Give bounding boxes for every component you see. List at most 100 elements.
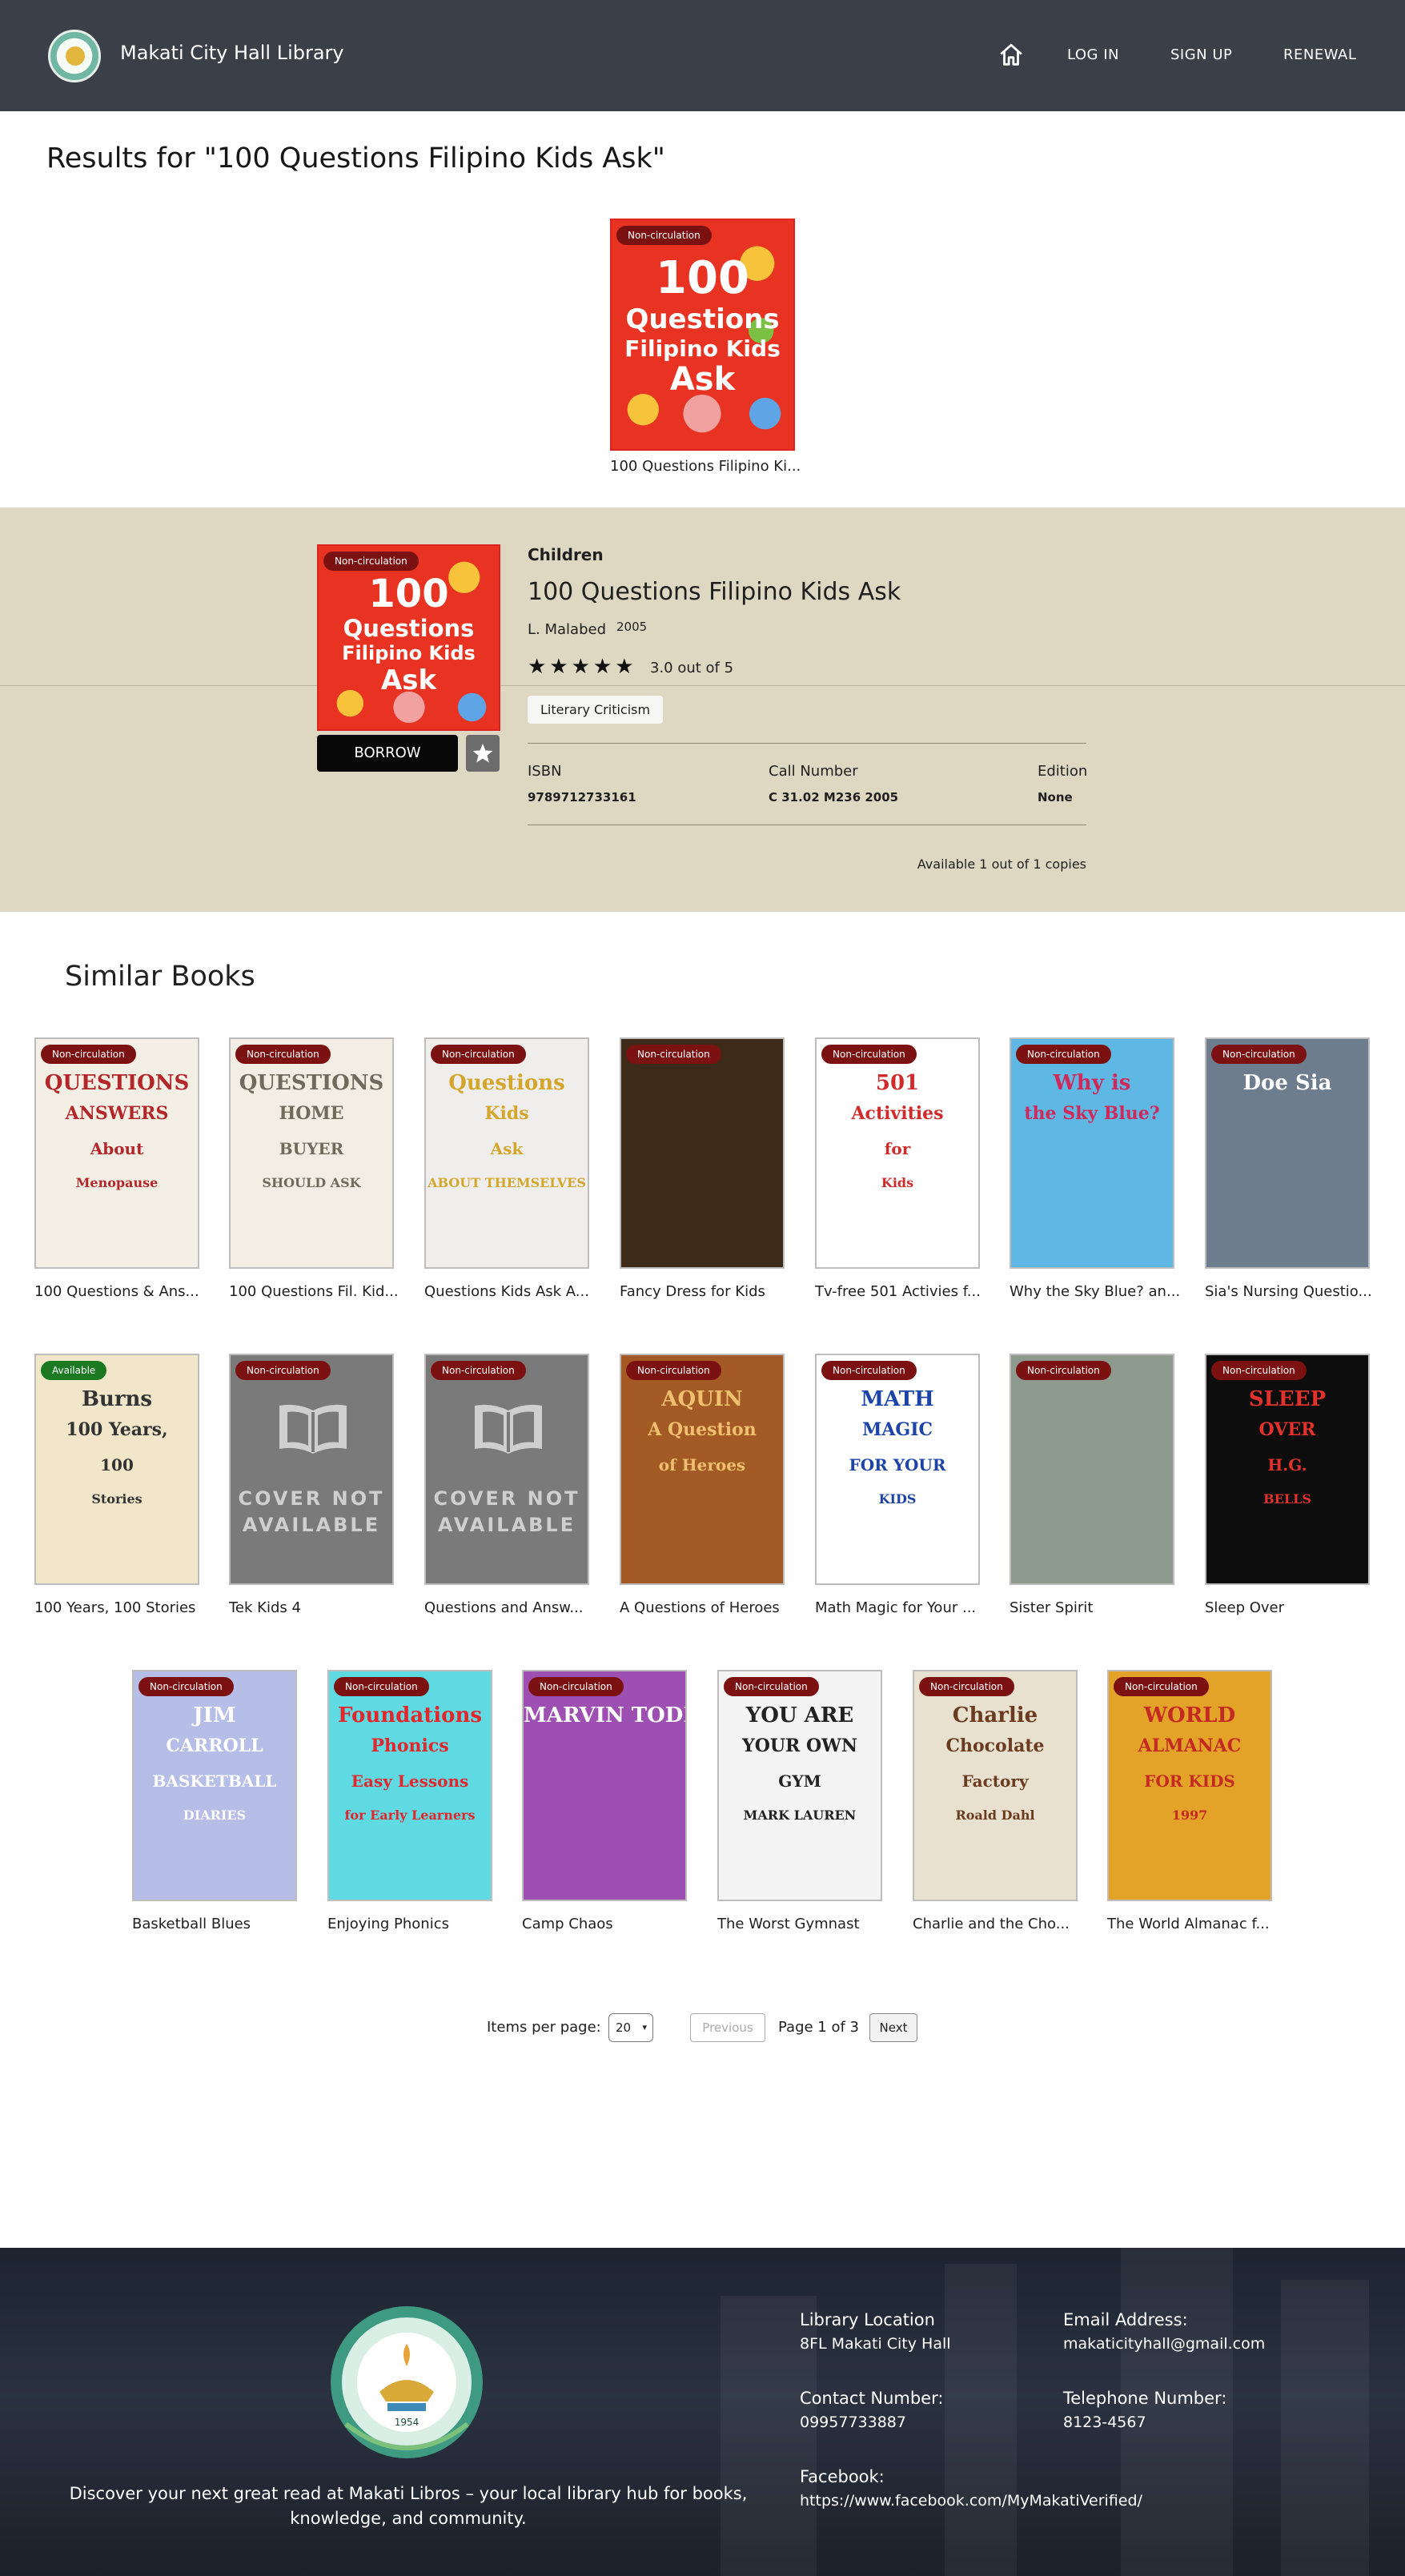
availability-badge: Available: [41, 1361, 107, 1380]
book-caption[interactable]: Math Magic for Your ...: [815, 1599, 995, 1616]
book-caption[interactable]: Sister Spirit: [1010, 1599, 1190, 1616]
circulation-badge: Non-circulation: [626, 1361, 721, 1380]
rating-stars: ★★★★★: [528, 655, 637, 679]
top-result-caption[interactable]: 100 Questions Filipino Ki...: [610, 458, 802, 475]
cover-text: JIM: [193, 1703, 236, 1727]
cover-text: Questions: [448, 1071, 565, 1095]
cover-text: AQUIN: [661, 1387, 743, 1411]
book-cover[interactable]: MATH MAGIC FOR YOUR KIDS Non-circulation: [815, 1354, 980, 1585]
borrow-button[interactable]: BORROW: [317, 735, 458, 772]
cover-text: FOR YOUR: [849, 1455, 946, 1475]
book-cover[interactable]: Why is the Sky Blue? Non-circulation: [1010, 1037, 1174, 1269]
isbn-label: ISBN: [528, 763, 562, 780]
top-navigation-bar: Makati City Hall Library LOG IN SIGN UP …: [0, 0, 1405, 111]
cover-text: COVER NOT: [433, 1487, 580, 1510]
book-caption[interactable]: The World Almanac f...: [1107, 1916, 1287, 1932]
book-caption[interactable]: 100 Questions & Ans...: [34, 1283, 215, 1300]
book-cover[interactable]: Doe Sia Non-circulation: [1205, 1037, 1370, 1269]
book-caption[interactable]: The Worst Gymnast: [717, 1916, 897, 1932]
availability-text: Available 1 out of 1 copies: [917, 857, 1086, 872]
cover-text: FOR KIDS: [1144, 1772, 1235, 1791]
book-caption[interactable]: Questions and Answ...: [424, 1599, 604, 1616]
circulation-badge: Non-circulation: [724, 1677, 819, 1696]
book-cover[interactable]: QUESTIONS HOME BUYER SHOULD ASK Non-circulat…: [229, 1037, 394, 1269]
previous-page-button[interactable]: Previous: [690, 2013, 765, 2042]
book-caption[interactable]: Charlie and the Cho...: [913, 1916, 1093, 1932]
cover-title-line: Questions: [343, 615, 475, 642]
genre-tag[interactable]: Literary Criticism: [528, 696, 664, 724]
book-caption[interactable]: Basketball Blues: [132, 1916, 312, 1932]
library-logo[interactable]: [48, 30, 101, 82]
book-cover[interactable]: WORLD ALMANAC FOR KIDS 1997 Non-circulation: [1107, 1670, 1272, 1901]
cover-text: Easy Lessons: [351, 1772, 469, 1791]
site-title[interactable]: Makati City Hall Library: [120, 42, 344, 64]
book-caption[interactable]: Sleep Over: [1205, 1599, 1385, 1616]
book-cover[interactable]: Non-circulation: [620, 1037, 785, 1269]
cover-title-line: Ask: [380, 664, 437, 696]
book-caption[interactable]: Questions Kids Ask A...: [424, 1283, 604, 1300]
cover-text: Chocolate: [945, 1735, 1045, 1756]
cover-text: Phonics: [371, 1735, 449, 1756]
cover-text: SHOULD ASK: [262, 1175, 361, 1190]
cover-text: ABOUT THEMSELVES: [428, 1175, 586, 1190]
items-per-page-label: Items per page:: [487, 2019, 601, 2036]
top-result-cover[interactable]: 100 Questions Filipino Kids Ask Non-circ…: [610, 219, 795, 451]
book-cover[interactable]: Foundations Phonics Easy Lessons for Early …: [327, 1670, 492, 1901]
book-caption[interactable]: Enjoying Phonics: [327, 1916, 508, 1932]
items-per-page-select[interactable]: 20 ▾: [608, 2013, 653, 2042]
cover-text: BELLS: [1263, 1491, 1311, 1507]
circulation-badge: Non-circulation: [821, 1361, 917, 1380]
book-cover[interactable]: JIM CARROLL BASKETBALL DIARIES Non-circulati…: [132, 1670, 297, 1901]
book-caption[interactable]: Sia's Nursing Questio...: [1205, 1283, 1385, 1300]
next-page-button[interactable]: Next: [869, 2013, 917, 2042]
book-cover[interactable]: Burns 100 Years, 100 Stories Available: [34, 1354, 199, 1585]
cover-text: AVAILABLE: [242, 1514, 381, 1536]
circulation-badge: Non-circulation: [323, 552, 419, 571]
book-cover[interactable]: MARVIN TODD Non-circulation: [522, 1670, 687, 1901]
book-cover[interactable]: QUESTIONS ANSWERS About Menopause Non-circul…: [34, 1037, 199, 1269]
facebook-link[interactable]: https://www.facebook.com/MyMakatiVerifie…: [800, 2492, 1142, 2510]
cover-text: WORLD: [1143, 1703, 1236, 1727]
book-caption[interactable]: A Questions of Heroes: [620, 1599, 800, 1616]
book-cover[interactable]: Charlie Chocolate Factory Roald Dahl Non-cir…: [913, 1670, 1078, 1901]
nav-signup-link[interactable]: SIGN UP: [1170, 46, 1232, 63]
circulation-badge: Non-circulation: [821, 1045, 917, 1064]
book-year: 2005: [616, 620, 648, 634]
cover-text: Burns: [81, 1387, 153, 1411]
cover-text: Kids: [881, 1175, 914, 1190]
book-caption[interactable]: 100 Years, 100 Stories: [34, 1599, 215, 1616]
footer-tagline: Discover your next great read at Makati …: [69, 2484, 748, 2528]
book-caption[interactable]: Camp Chaos: [522, 1916, 702, 1932]
book-caption[interactable]: Tv-free 501 Activies f...: [815, 1283, 995, 1300]
home-icon[interactable]: [998, 42, 1025, 69]
email-value[interactable]: makaticityhall@gmail.com: [1063, 2335, 1265, 2353]
book-cover[interactable]: YOU ARE YOUR OWN GYM MARK LAUREN Non-circula…: [717, 1670, 882, 1901]
book-cover[interactable]: COVER NOT AVAILABLE Non-circulation: [424, 1354, 589, 1585]
circulation-badge: Non-circulation: [235, 1045, 331, 1064]
circulation-badge: Non-circulation: [616, 226, 712, 245]
page-indicator: Page 1 of 3: [778, 2019, 859, 2036]
book-caption[interactable]: 100 Questions Fil. Kid...: [229, 1283, 409, 1300]
book-cover[interactable]: COVER NOT AVAILABLE Non-circulation: [229, 1354, 394, 1585]
favorite-button[interactable]: [466, 735, 500, 772]
book-cover[interactable]: AQUIN A Question of Heroes Non-circulation: [620, 1354, 785, 1585]
nav-renewal-link[interactable]: RENEWAL: [1283, 46, 1356, 63]
nav-login-link[interactable]: LOG IN: [1067, 46, 1119, 63]
book-cover[interactable]: 501 Activities for Kids Non-circulation: [815, 1037, 980, 1269]
book-cover[interactable]: Non-circulation: [1010, 1354, 1174, 1585]
cover-text: GYM: [778, 1772, 821, 1791]
book-cover[interactable]: SLEEP OVER H.G. BELLS Non-circulation: [1205, 1354, 1370, 1585]
circulation-badge: Non-circulation: [626, 1045, 721, 1064]
star-icon: [472, 744, 493, 763]
book-cover[interactable]: Questions Kids Ask ABOUT THEMSELVES Non-circ…: [424, 1037, 589, 1269]
divider: [528, 743, 1086, 744]
cover-text: Stories: [91, 1491, 143, 1507]
book-placeholder-icon: [279, 1404, 347, 1454]
items-per-page-value: 20: [616, 2020, 632, 2035]
cover-text: A Question: [648, 1419, 757, 1440]
contact-value: 09957733887: [800, 2413, 906, 2431]
book-caption[interactable]: Why the Sky Blue? an...: [1010, 1283, 1190, 1300]
contact-label: Contact Number:: [800, 2389, 944, 2408]
book-caption[interactable]: Tek Kids 4: [229, 1599, 409, 1616]
book-caption[interactable]: Fancy Dress for Kids: [620, 1283, 800, 1300]
